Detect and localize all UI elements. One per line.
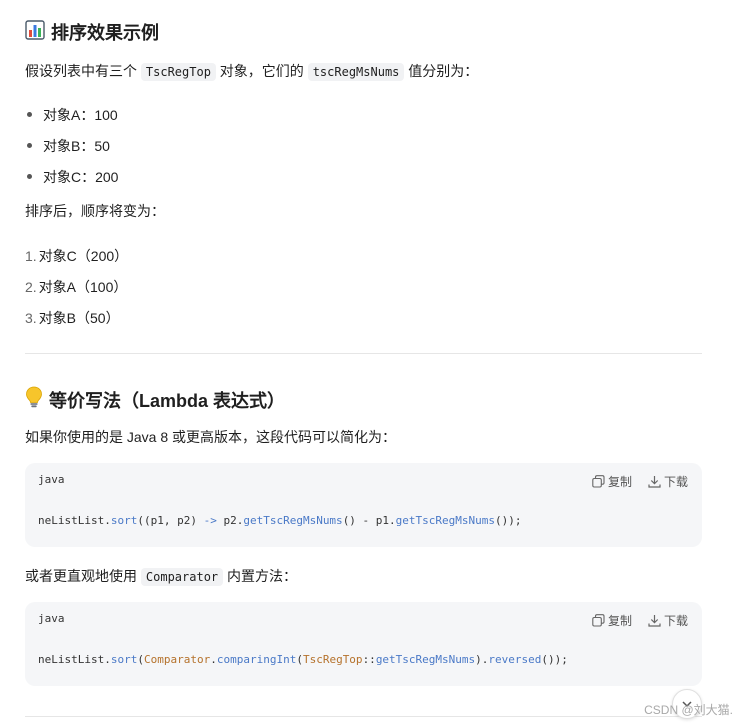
lightbulb-icon <box>25 386 43 413</box>
download-button[interactable]: 下载 <box>648 612 688 629</box>
download-icon <box>648 615 661 627</box>
value-list: 对象A：100 对象B：50 对象C：200 <box>25 99 118 192</box>
download-button[interactable]: 下载 <box>648 473 688 490</box>
section-divider <box>25 716 702 717</box>
code-block: java 复制 下载 neListList.sort(Comparator.co… <box>25 602 702 686</box>
comparator-paragraph: 或者更直观地使用 Comparator 内置方法： <box>25 568 298 586</box>
inline-code: TscRegTop <box>140 63 216 81</box>
list-item: 对象C：200 <box>25 161 118 192</box>
code-block: java 复制 下载 neListList.sort((p1, p2) -> p… <box>25 463 702 547</box>
copy-button[interactable]: 复制 <box>592 473 632 490</box>
list-item: 对象A：100 <box>25 99 118 130</box>
watermark: CSDN @刘大猫. <box>644 703 733 717</box>
code-line: neListList.sort((p1, p2) -> p2.getTscReg… <box>38 514 522 527</box>
code-language-label: java <box>38 473 65 486</box>
list-item: 对象B：50 <box>25 130 118 161</box>
section-divider <box>25 353 702 354</box>
copy-icon <box>592 475 605 488</box>
code-line: neListList.sort(Comparator.comparingInt(… <box>38 653 568 666</box>
list-item: 3. 对象B（50） <box>25 309 120 326</box>
section-title: 等价写法（Lambda 表达式） <box>49 390 286 411</box>
code-actions: 复制 下载 <box>592 473 688 490</box>
download-icon <box>648 476 661 488</box>
lambda-intro-paragraph: 如果你使用的是 Java 8 或更高版本，这段代码可以简化为： <box>25 429 397 445</box>
code-actions: 复制 下载 <box>592 612 688 629</box>
section-title: 排序效果示例 <box>51 23 159 43</box>
list-item: 1. 对象C（200） <box>25 247 129 264</box>
copy-button[interactable]: 复制 <box>592 612 632 629</box>
inline-code: tscRegMsNums <box>307 63 405 81</box>
section-heading-lambda: 等价写法（Lambda 表达式） <box>25 386 285 413</box>
copy-icon <box>592 614 605 627</box>
list-item: 2. 对象A（100） <box>25 278 128 295</box>
inline-code: Comparator <box>140 568 224 586</box>
section-heading-sort-example: 排序效果示例 <box>25 19 159 45</box>
sorted-list: 1. 对象C（200） 2. 对象A（100） 3. 对象B（50） <box>25 240 128 333</box>
after-sort-paragraph: 排序后，顺序将变为： <box>25 203 165 219</box>
chart-icon <box>25 19 45 45</box>
intro-paragraph: 假设列表中有三个 TscRegTop 对象，它们的 tscRegMsNums 值… <box>25 63 479 81</box>
code-language-label: java <box>38 612 65 625</box>
